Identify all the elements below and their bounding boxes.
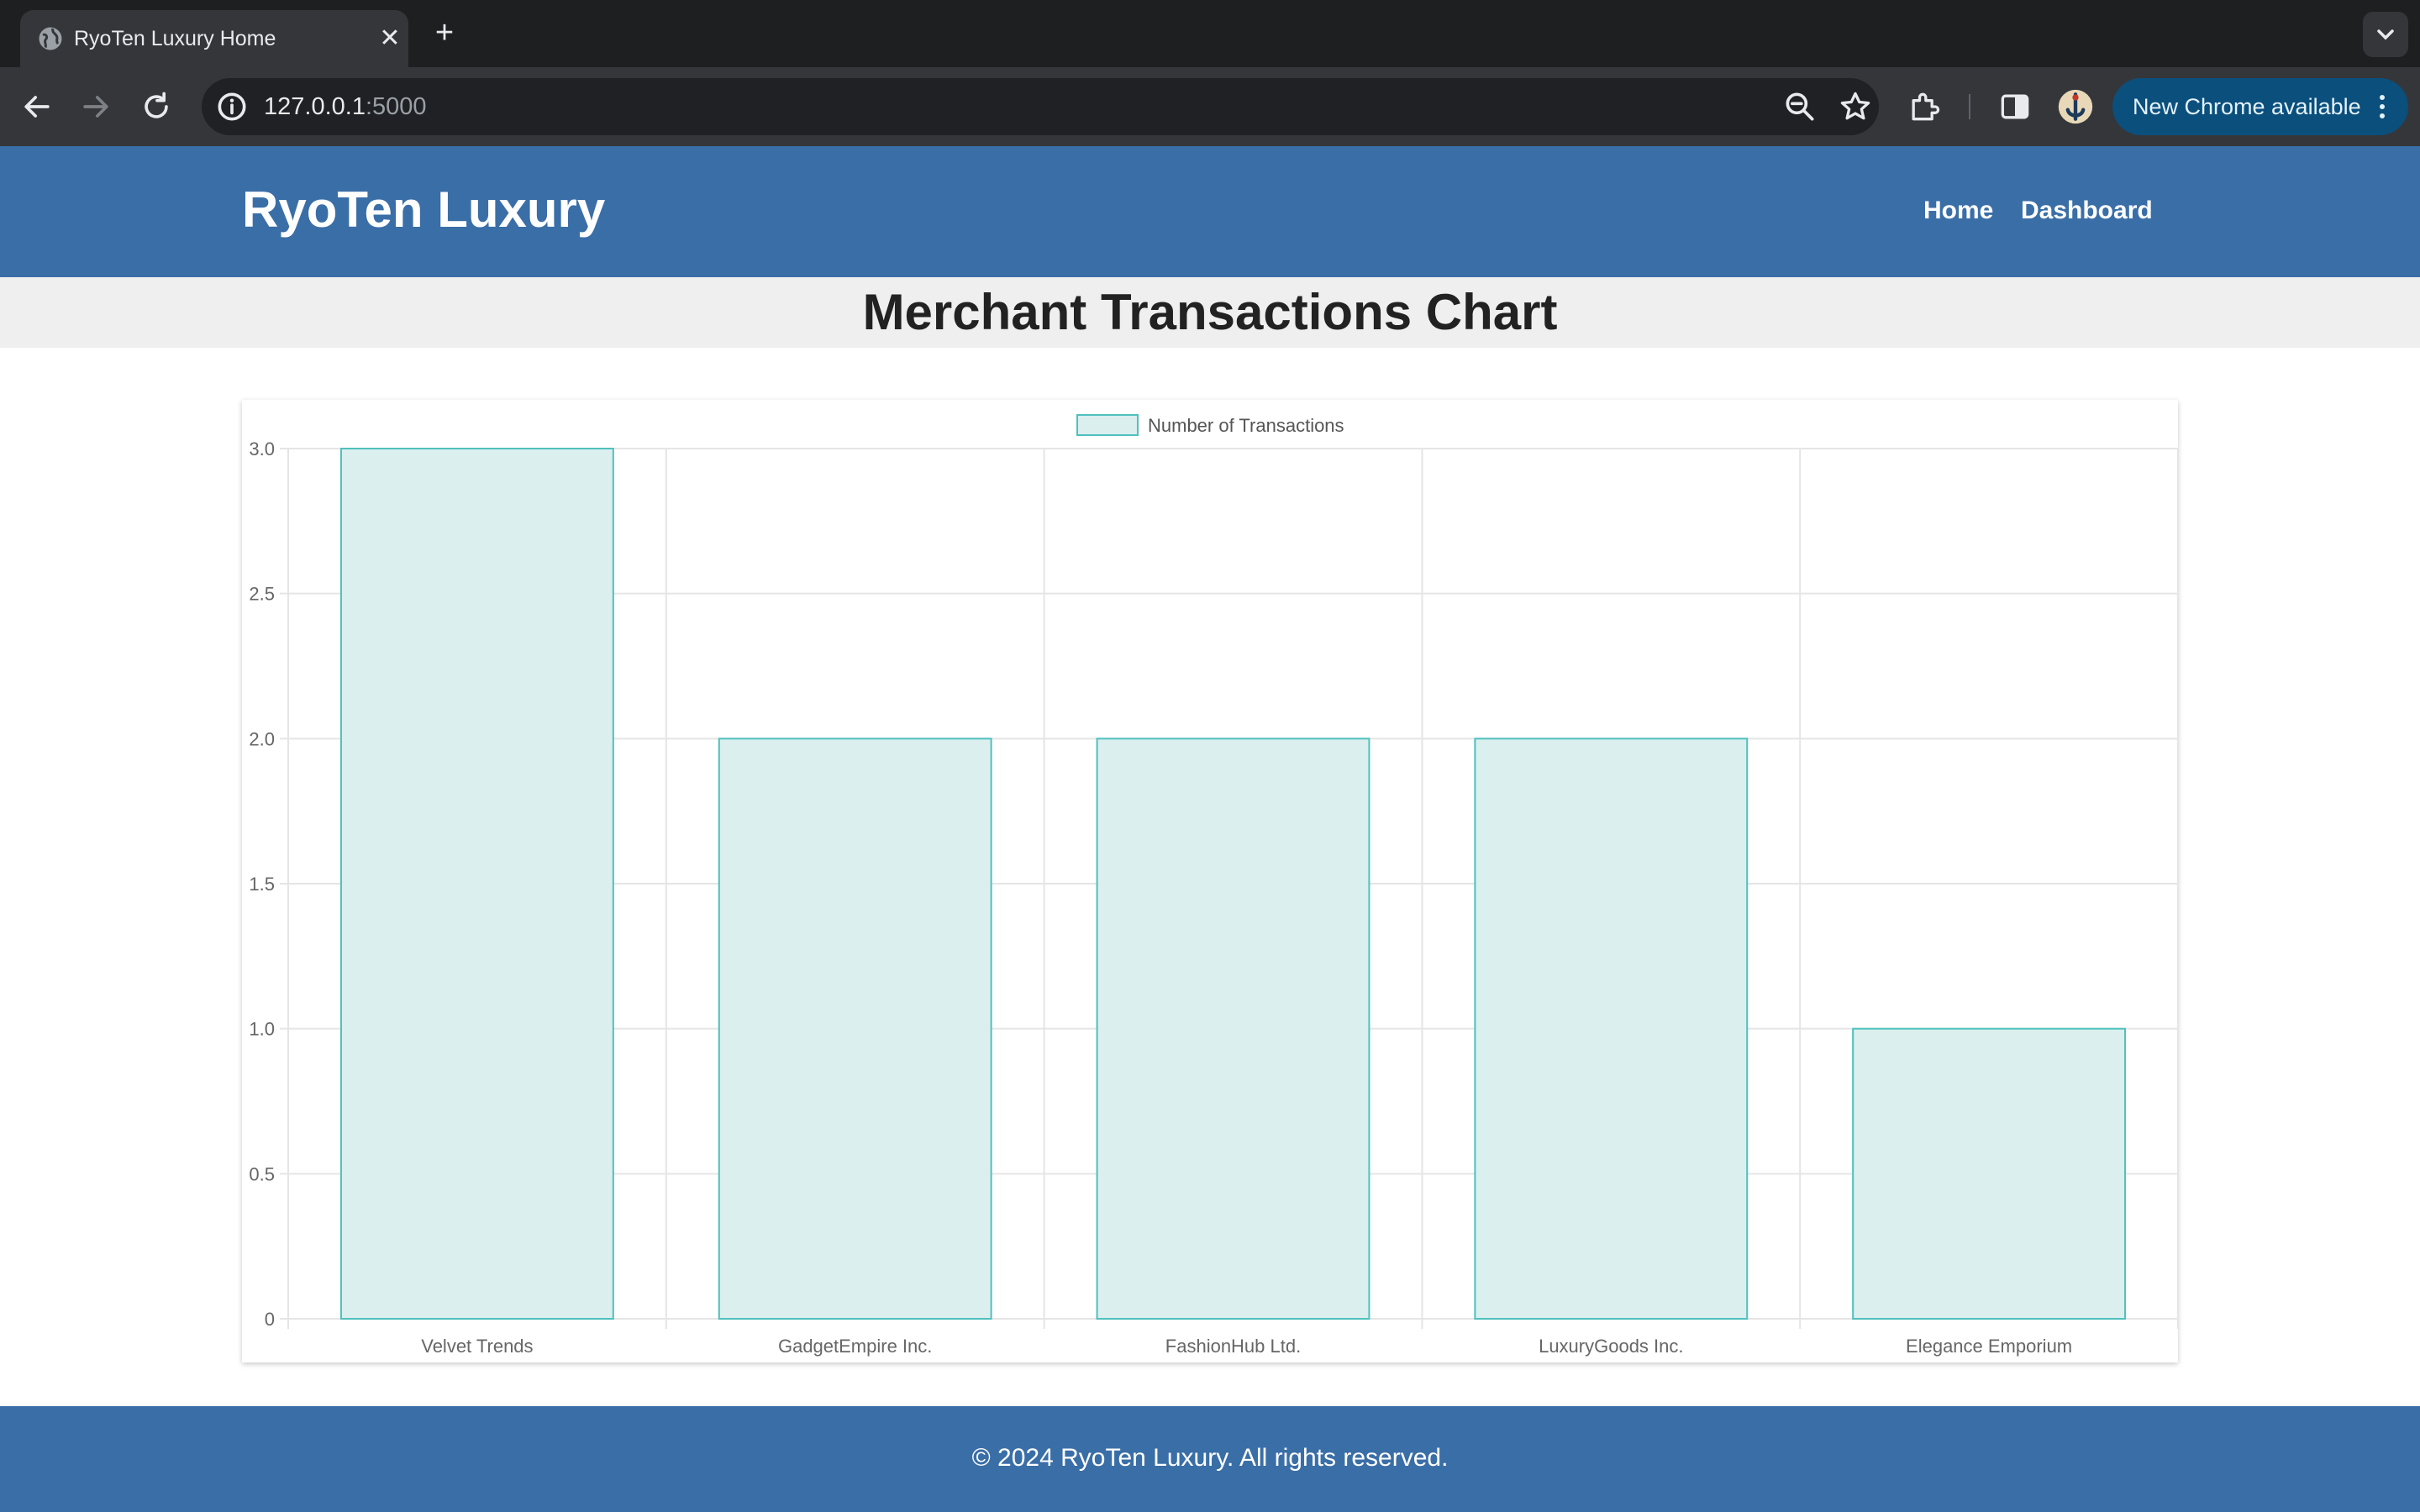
x-tick-label: Velvet Trends xyxy=(421,1336,533,1357)
x-tick-label: LuxuryGoods Inc. xyxy=(1539,1336,1683,1357)
reload-icon[interactable] xyxy=(138,88,175,125)
back-arrow-icon[interactable] xyxy=(18,88,55,125)
y-tick-label: 2.0 xyxy=(249,728,275,749)
star-icon[interactable] xyxy=(1837,88,1874,125)
y-tick-label: 2.5 xyxy=(249,584,275,605)
page-title-band: Merchant Transactions Chart xyxy=(0,277,2420,348)
url-host: 127.0.0.1 xyxy=(264,93,366,120)
chevron-down-icon xyxy=(2377,29,2394,40)
site-footer: © 2024 RyoTen Luxury. All rights reserve… xyxy=(0,1406,2420,1512)
x-tick-label: GadgetEmpire Inc. xyxy=(778,1336,932,1357)
address-bar[interactable]: 127.0.0.1:5000 xyxy=(202,78,1879,135)
tab-search-button[interactable] xyxy=(2363,12,2408,57)
legend-swatch xyxy=(1076,414,1139,436)
bar xyxy=(339,448,614,1320)
info-icon[interactable] xyxy=(213,88,250,125)
footer-copyright: © 2024 RyoTen Luxury. All rights reserve… xyxy=(971,1444,1449,1472)
forward-arrow-icon[interactable] xyxy=(77,88,114,125)
bar xyxy=(1474,738,1749,1320)
y-tick-label: 0 xyxy=(265,1309,275,1330)
x-tick-label: Elegance Emporium xyxy=(1906,1336,2072,1357)
y-tick-label: 1.0 xyxy=(249,1019,275,1040)
browser-tab[interactable]: RyoTen Luxury Home ✕ xyxy=(20,10,408,67)
site-brand[interactable]: RyoTen Luxury xyxy=(242,180,605,240)
nav-home-link[interactable]: Home xyxy=(1923,195,1993,227)
kebab-menu-icon[interactable] xyxy=(2370,88,2395,125)
x-tick-label: FashionHub Ltd. xyxy=(1165,1336,1301,1357)
bar xyxy=(1096,738,1370,1320)
plus-icon[interactable]: + xyxy=(427,15,462,50)
url-port: :5000 xyxy=(365,93,427,120)
close-icon[interactable]: ✕ xyxy=(373,22,407,55)
globe-icon xyxy=(39,27,62,50)
side-panel-icon[interactable] xyxy=(1996,88,2033,125)
y-tick-label: 0.5 xyxy=(249,1163,275,1184)
y-tick-label: 3.0 xyxy=(249,438,275,459)
legend-label: Number of Transactions xyxy=(1148,415,1344,436)
bar xyxy=(718,738,992,1320)
bar xyxy=(1852,1027,2127,1320)
browser-toolbar: 127.0.0.1:5000 New Chrome available xyxy=(0,67,2420,146)
y-tick-label: 1.5 xyxy=(249,874,275,895)
profile-avatar[interactable] xyxy=(2057,88,2094,125)
toolbar-divider xyxy=(1969,94,1970,119)
browser-tab-strip: RyoTen Luxury Home ✕ + xyxy=(0,0,2420,67)
page-title: Merchant Transactions Chart xyxy=(862,284,1558,340)
zoom-out-icon[interactable] xyxy=(1781,88,1818,125)
new-chrome-available-button[interactable]: New Chrome available xyxy=(2112,78,2408,135)
chart-container: 0 0.5 1.0 1.5 2.0 2.5 3.0 Velvet Trends GadgetEm… xyxy=(242,400,2178,1362)
nav-dashboard-link[interactable]: Dashboard xyxy=(2021,195,2153,227)
site-header: RyoTen Luxury Home Dashboard xyxy=(0,146,2420,277)
tab-title: RyoTen Luxury Home xyxy=(74,27,276,50)
update-label: New Chrome available xyxy=(2133,94,2361,119)
extensions-icon[interactable] xyxy=(1906,88,1943,125)
url-text[interactable]: 127.0.0.1:5000 xyxy=(264,90,427,123)
bar-chart: 0 0.5 1.0 1.5 2.0 2.5 3.0 Velvet Trends GadgetEm… xyxy=(249,414,2178,1357)
